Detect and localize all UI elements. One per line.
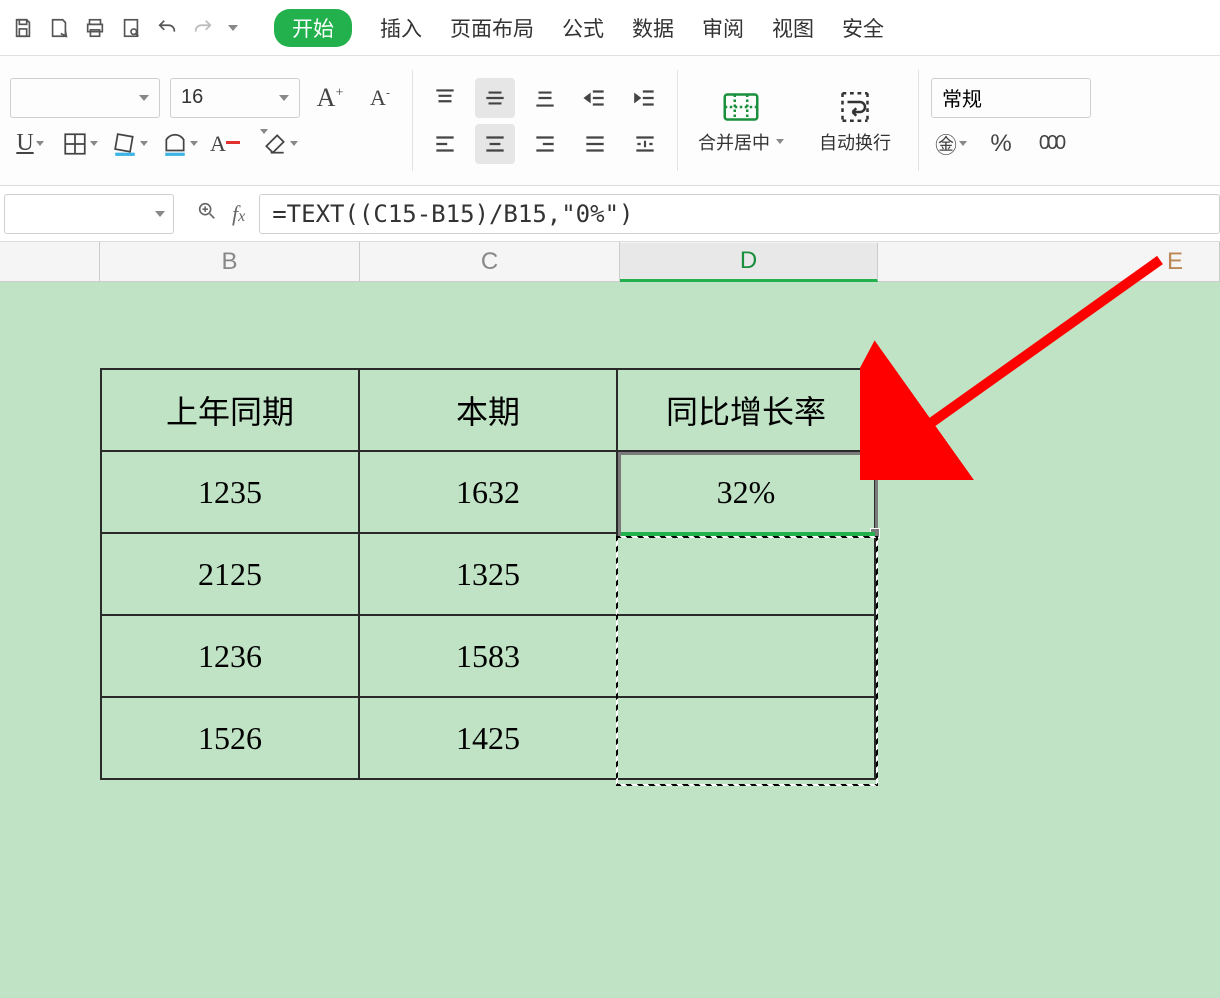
- save-as-icon[interactable]: [42, 11, 76, 45]
- save-icon[interactable]: [6, 11, 40, 45]
- underline-icon[interactable]: U: [10, 124, 50, 164]
- spreadsheet-grid[interactable]: 上年同期 本期 同比增长率 1235 1632 32% 2125 1325 12…: [0, 282, 1220, 998]
- font-size-value: 16: [181, 86, 203, 109]
- cell-d-2[interactable]: [617, 533, 875, 615]
- quick-access-toolbar: 开始 插入 页面布局 公式 数据 审阅 视图 安全: [0, 0, 1220, 56]
- number-format-value: 常规: [942, 83, 982, 112]
- table-row: 1235 1632 32%: [101, 451, 875, 533]
- decrease-font-icon[interactable]: A-: [360, 78, 400, 118]
- merge-center-button[interactable]: 合并居中: [686, 87, 796, 155]
- table-row: 1236 1583: [101, 615, 875, 697]
- number-group: 常规 ㊎ % 000: [927, 78, 1095, 164]
- align-center-icon[interactable]: [475, 124, 515, 164]
- annotation-arrow-icon: [860, 250, 1180, 480]
- comma-icon[interactable]: 000: [1031, 124, 1071, 164]
- number-format-dropdown[interactable]: 常规: [931, 78, 1091, 118]
- cell-d-3[interactable]: [617, 615, 875, 697]
- tab-start[interactable]: 开始: [274, 9, 352, 47]
- font-name-dropdown[interactable]: [10, 78, 160, 118]
- cell-b-4[interactable]: 1526: [101, 697, 359, 779]
- formula-input[interactable]: =TEXT((C15-B15)/B15,"0%"): [259, 194, 1220, 234]
- currency-icon[interactable]: ㊎: [931, 124, 971, 164]
- print-preview-icon[interactable]: [114, 11, 148, 45]
- cell-c-1[interactable]: 1632: [359, 451, 617, 533]
- cell-c-3[interactable]: 1583: [359, 615, 617, 697]
- fx-icon[interactable]: fx: [232, 201, 245, 227]
- redo-icon[interactable]: [186, 11, 220, 45]
- ribbon-tabs: 开始 插入 页面布局 公式 数据 审阅 视图 安全: [274, 9, 884, 47]
- print-icon[interactable]: [78, 11, 112, 45]
- align-right-icon[interactable]: [525, 124, 565, 164]
- cell-b-3[interactable]: 1236: [101, 615, 359, 697]
- ribbon: 16 A+ A- U A: [0, 56, 1220, 186]
- wrap-text-button[interactable]: 自动换行: [800, 87, 910, 155]
- table-row: 1526 1425: [101, 697, 875, 779]
- alignment-group: [421, 78, 669, 164]
- undo-icon[interactable]: [150, 11, 184, 45]
- cell-c-2[interactable]: 1325: [359, 533, 617, 615]
- align-middle-icon[interactable]: [475, 78, 515, 118]
- table-row: 2125 1325: [101, 533, 875, 615]
- tab-formula[interactable]: 公式: [562, 13, 604, 43]
- data-table: 上年同期 本期 同比增长率 1235 1632 32% 2125 1325 12…: [100, 368, 876, 780]
- tab-data[interactable]: 数据: [632, 13, 674, 43]
- tab-page-layout[interactable]: 页面布局: [450, 13, 534, 43]
- decrease-indent-icon[interactable]: [575, 78, 615, 118]
- column-header-e[interactable]: E: [878, 242, 1220, 281]
- merge-center-label: 合并居中: [698, 129, 770, 155]
- tab-security[interactable]: 安全: [842, 13, 884, 43]
- wrap-text-label: 自动换行: [819, 129, 891, 155]
- font-size-dropdown[interactable]: 16: [170, 78, 300, 118]
- column-headers: B C D E: [0, 242, 1220, 282]
- tab-insert[interactable]: 插入: [380, 13, 422, 43]
- increase-indent-icon[interactable]: [625, 78, 665, 118]
- customize-qat-icon[interactable]: [222, 11, 244, 45]
- column-header-d[interactable]: D: [620, 243, 878, 282]
- cell-b-2[interactable]: 2125: [101, 533, 359, 615]
- header-current-period[interactable]: 本期: [359, 369, 617, 451]
- percent-icon[interactable]: %: [981, 124, 1021, 164]
- header-growth-rate[interactable]: 同比增长率: [617, 369, 875, 451]
- justify-icon[interactable]: [575, 124, 615, 164]
- align-bottom-icon[interactable]: [525, 78, 565, 118]
- cell-c-4[interactable]: 1425: [359, 697, 617, 779]
- tab-review[interactable]: 审阅: [702, 13, 744, 43]
- cell-b-1[interactable]: 1235: [101, 451, 359, 533]
- zoom-formula-icon[interactable]: [196, 200, 218, 227]
- distribute-icon[interactable]: [625, 124, 665, 164]
- fill-color-icon[interactable]: [110, 124, 150, 164]
- align-left-icon[interactable]: [425, 124, 465, 164]
- font-group: 16 A+ A- U A: [6, 78, 404, 164]
- name-box[interactable]: [4, 194, 174, 234]
- cell-d-1[interactable]: 32%: [617, 451, 875, 533]
- borders-icon[interactable]: [60, 124, 100, 164]
- cell-style-icon[interactable]: [160, 124, 200, 164]
- font-color-icon[interactable]: A: [210, 124, 250, 164]
- formula-bar: fx =TEXT((C15-B15)/B15,"0%"): [0, 186, 1220, 242]
- cell-d-4[interactable]: [617, 697, 875, 779]
- header-prev-period[interactable]: 上年同期: [101, 369, 359, 451]
- align-top-icon[interactable]: [425, 78, 465, 118]
- column-header-b[interactable]: B: [100, 242, 360, 281]
- formula-text: =TEXT((C15-B15)/B15,"0%"): [272, 200, 633, 228]
- increase-font-icon[interactable]: A+: [310, 78, 350, 118]
- column-header-c[interactable]: C: [360, 242, 620, 281]
- tab-view[interactable]: 视图: [772, 13, 814, 43]
- column-header-a[interactable]: [0, 242, 100, 281]
